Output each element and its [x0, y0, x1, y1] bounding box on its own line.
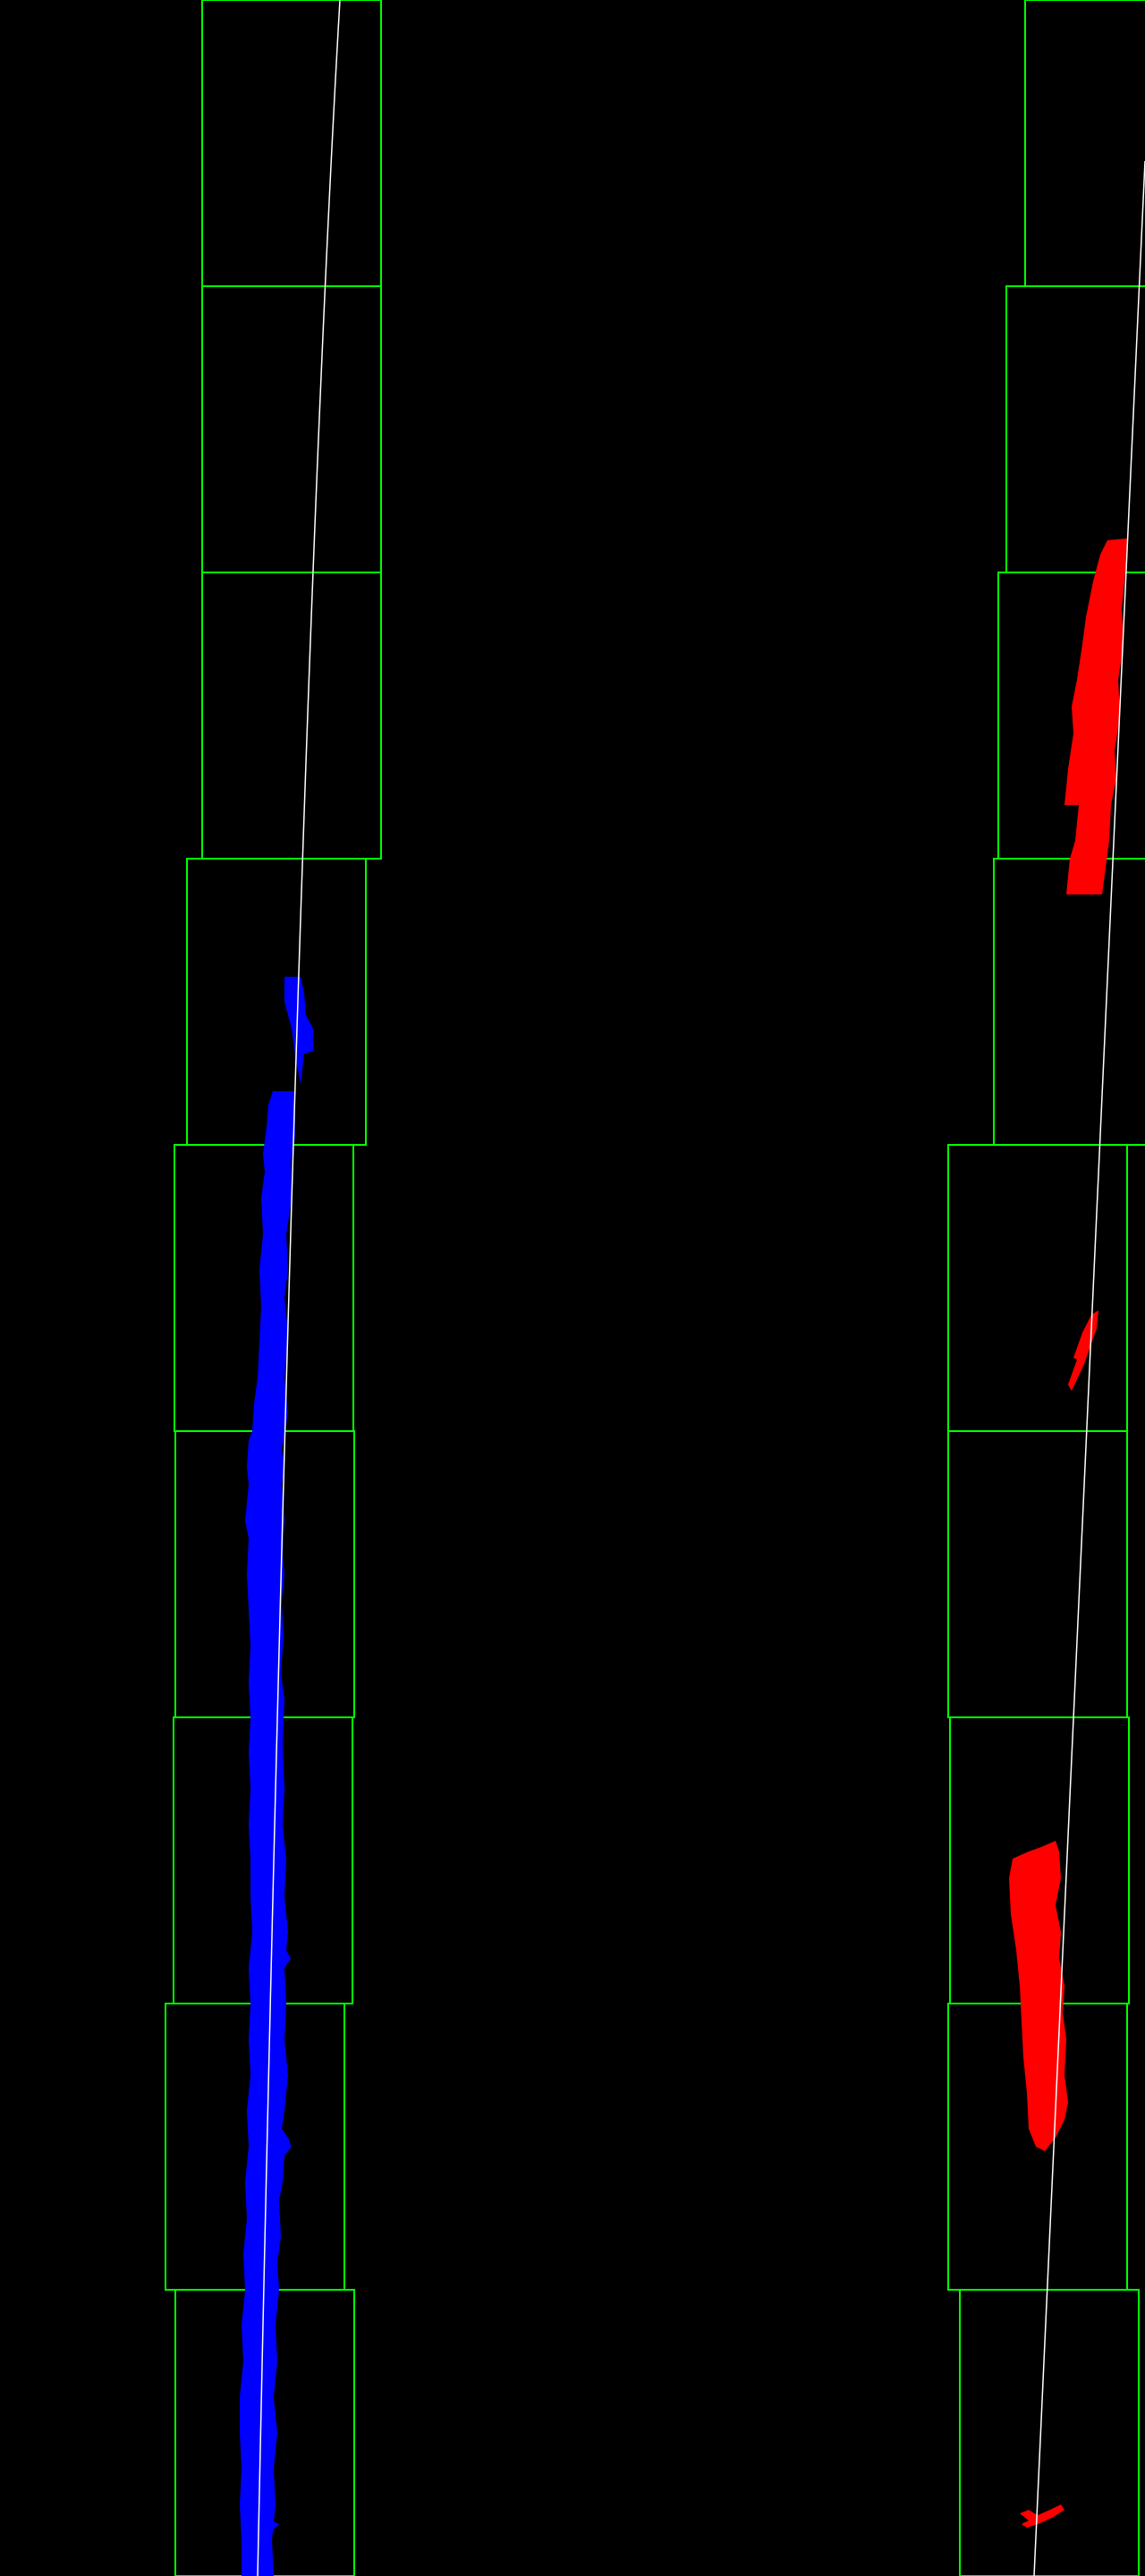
lane-detection-canvas	[0, 0, 1145, 2576]
background	[0, 0, 1145, 2576]
